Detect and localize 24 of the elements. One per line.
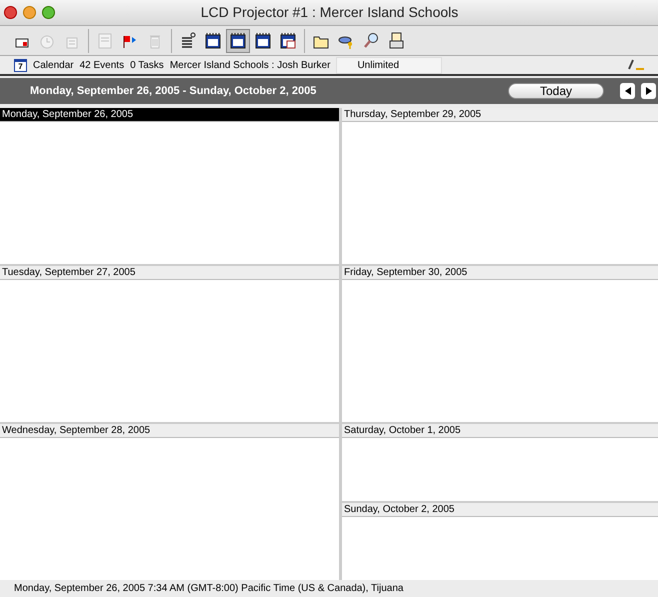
day-header[interactable]: Monday, September 26, 2005 (0, 108, 339, 122)
close-icon[interactable] (4, 6, 17, 19)
owner-label: Mercer Island Schools : Josh Burker (170, 58, 330, 72)
day-header[interactable]: Tuesday, September 27, 2005 (0, 266, 339, 280)
calendar-label: Calendar (33, 58, 74, 72)
week-icon[interactable] (226, 28, 250, 52)
minimize-icon[interactable] (23, 6, 36, 19)
day-header[interactable]: Sunday, October 2, 2005 (342, 503, 658, 517)
day-header[interactable]: Saturday, October 1, 2005 (342, 424, 658, 438)
day-header[interactable]: Wednesday, September 28, 2005 (0, 424, 339, 438)
zoom-icon[interactable] (42, 6, 55, 19)
tasks-count: 0 Tasks (130, 58, 164, 72)
range-title: Monday, September 26, 2005 - Sunday, October 2, 2005 (30, 84, 318, 99)
day-header[interactable]: Thursday, September 29, 2005 (342, 108, 658, 122)
left-triangle-icon (624, 87, 630, 95)
next-button[interactable] (641, 83, 656, 99)
day-header[interactable]: Friday, September 30, 2005 (342, 266, 658, 280)
window-title: LCD Projector #1 : Mercer Island Schools (200, 3, 460, 22)
previous-button[interactable] (620, 83, 635, 99)
events-count: 42 Events (80, 58, 124, 72)
calendar-icon: 7 (14, 58, 27, 72)
today-button[interactable]: Today (508, 83, 604, 99)
limit-field: Unlimited (336, 56, 442, 74)
right-triangle-icon (646, 87, 652, 95)
